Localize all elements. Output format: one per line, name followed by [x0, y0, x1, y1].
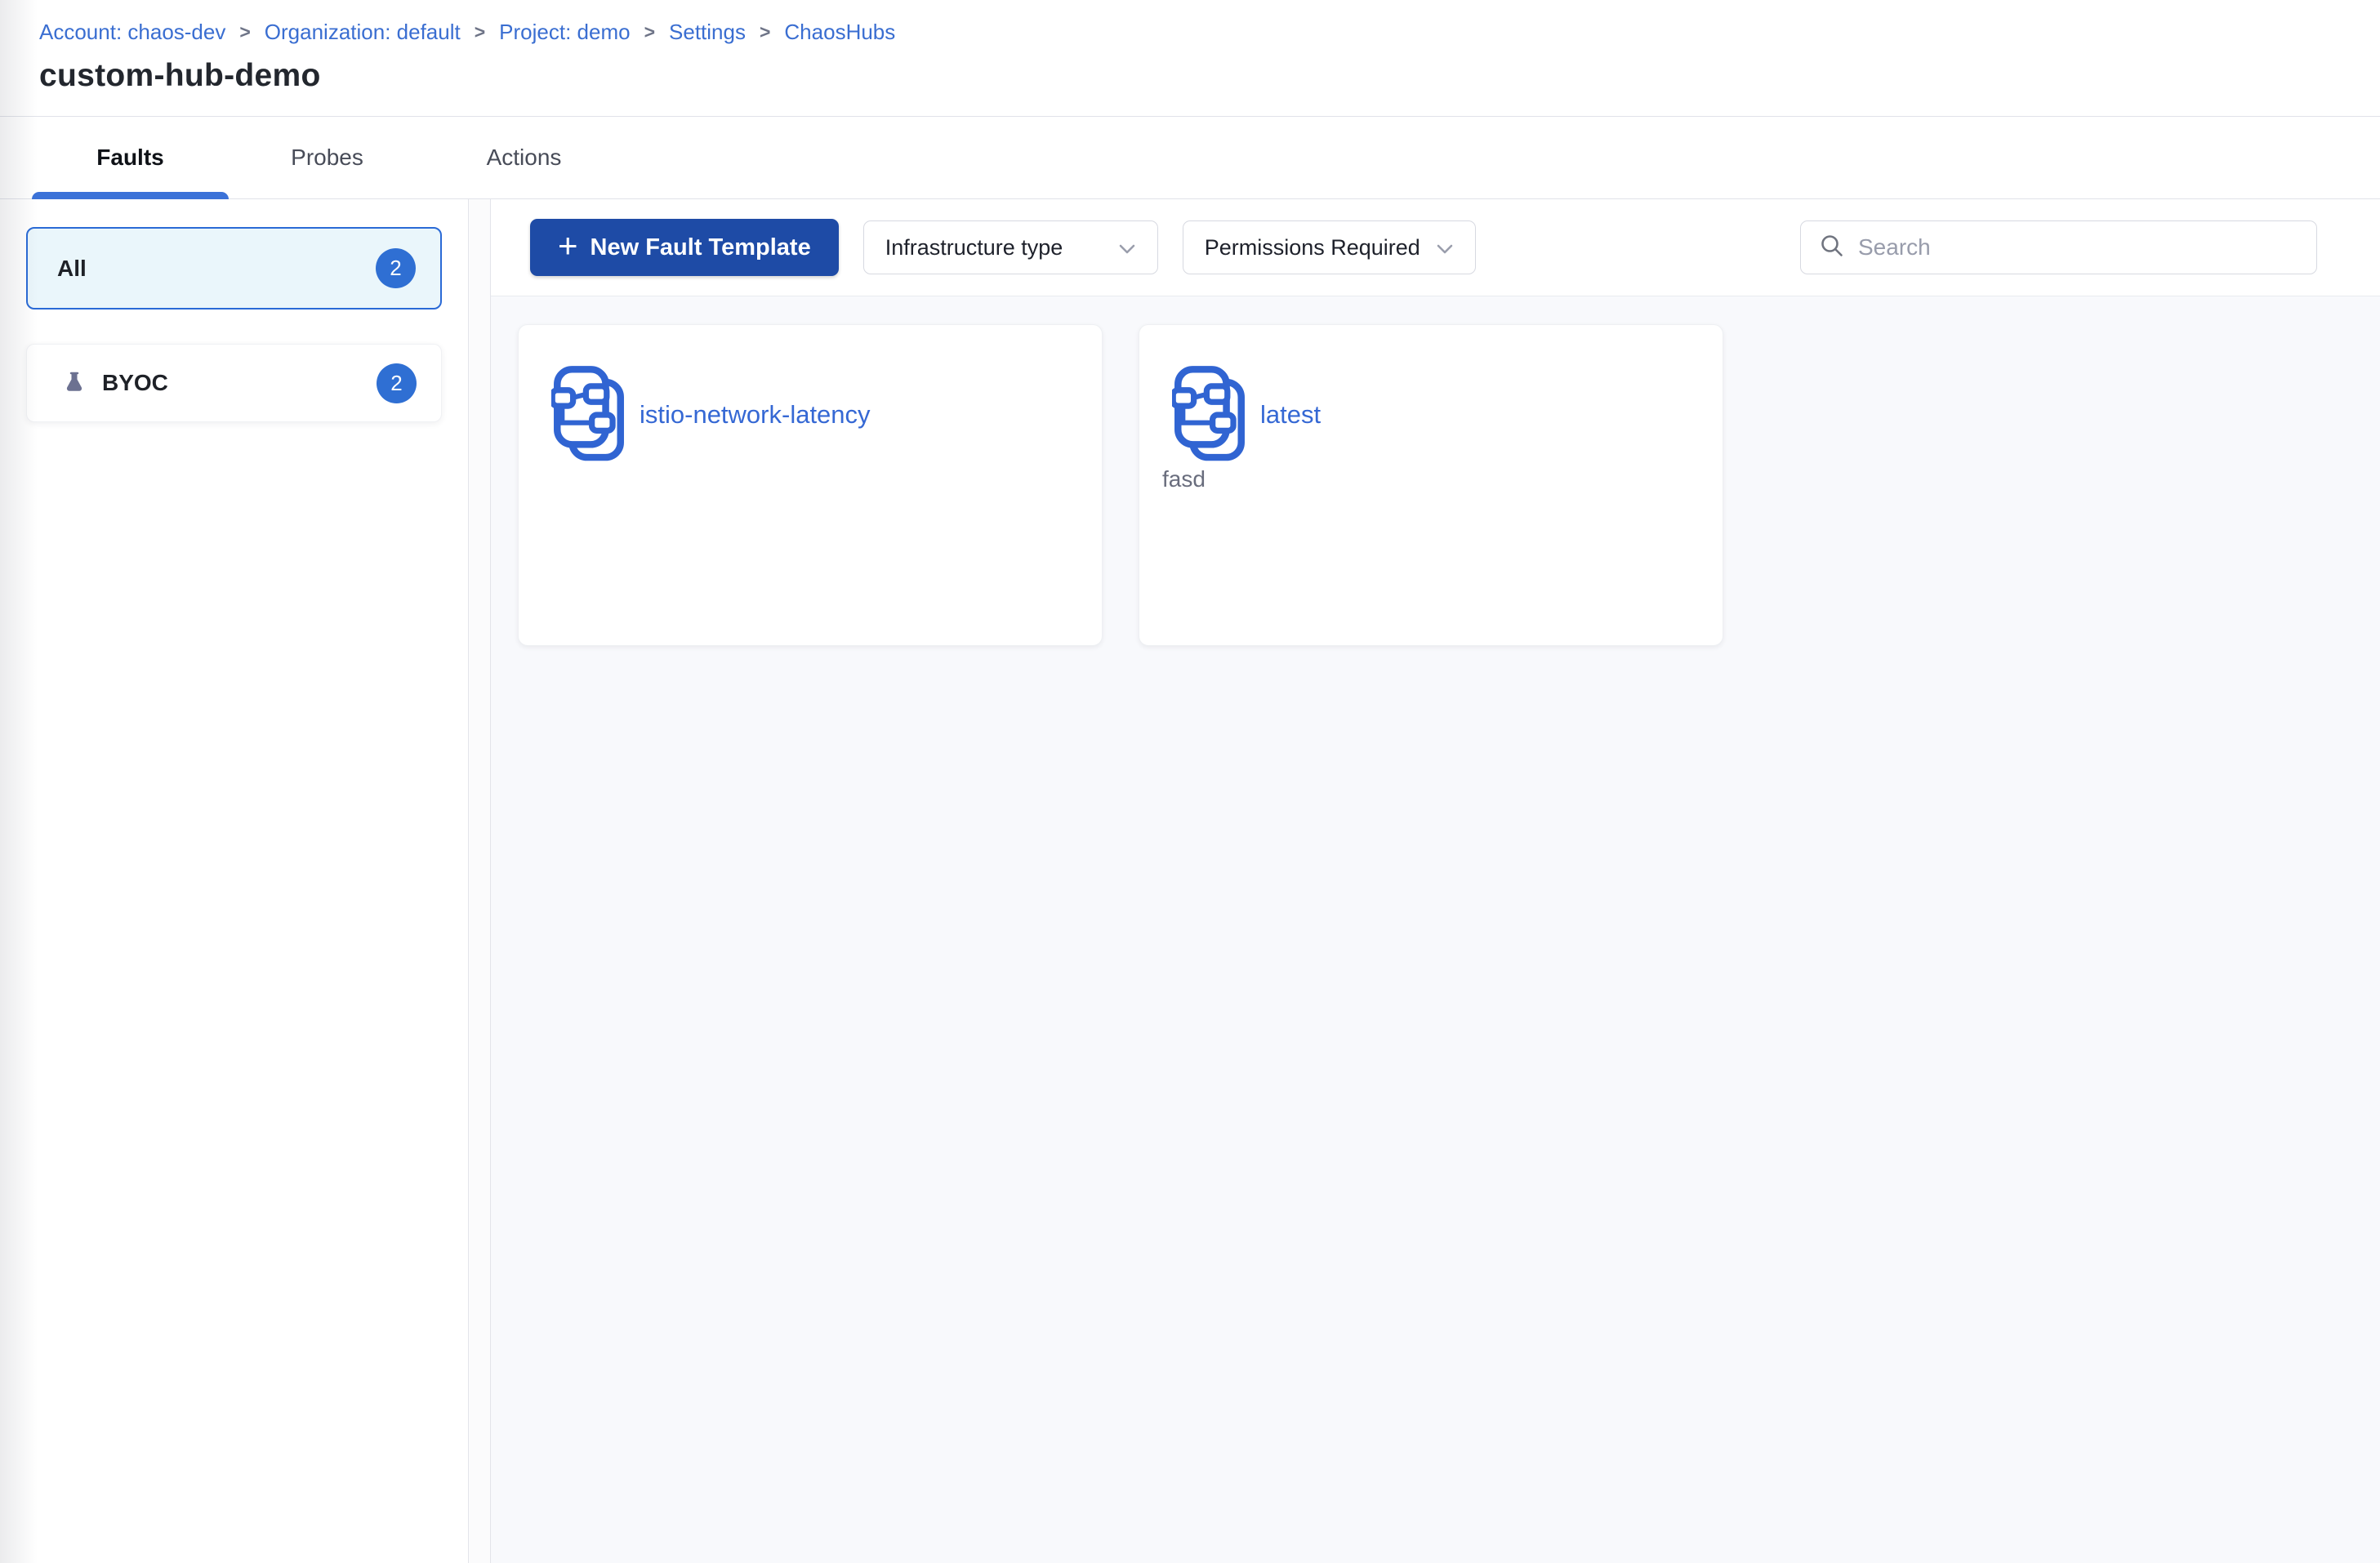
- new-fault-template-button[interactable]: + New Fault Template: [530, 219, 839, 276]
- tab-actions[interactable]: Actions: [426, 117, 622, 198]
- flask-icon: [63, 370, 86, 396]
- sidebar-item-label: All: [57, 255, 87, 281]
- tab-faults[interactable]: Faults: [32, 117, 229, 199]
- fault-template-card-istio-network-latency[interactable]: istio-network-latency: [518, 324, 1103, 646]
- search-box[interactable]: [1800, 220, 2317, 274]
- permissions-required-dropdown[interactable]: Permissions Required: [1182, 220, 1476, 274]
- search-icon: [1819, 233, 1845, 263]
- fault-template-title[interactable]: latest: [1260, 400, 1321, 430]
- sidebar-item-byoc[interactable]: BYOC 2: [26, 344, 442, 422]
- faults-toolbar: + New Fault Template Infrastructure type…: [491, 199, 2380, 296]
- fault-template-card-latest[interactable]: latest fasd: [1139, 324, 1723, 646]
- new-fault-template-label: New Fault Template: [590, 234, 811, 260]
- fault-template-icon: [1172, 366, 1245, 461]
- chevron-down-icon: [1436, 235, 1454, 260]
- fault-template-grid: istio-network-latency latest fasd: [491, 296, 2380, 1563]
- fault-template-description: [542, 466, 1072, 491]
- dropdown-label: Infrastructure type: [885, 234, 1063, 260]
- breadcrumb: Account: chaos-dev > Organization: defau…: [39, 20, 2380, 45]
- chevron-right-icon: >: [474, 21, 486, 42]
- breadcrumb-settings[interactable]: Settings: [669, 20, 746, 45]
- page-header: Account: chaos-dev > Organization: defau…: [0, 0, 2380, 117]
- tab-bar: Faults Probes Actions: [0, 117, 2380, 199]
- tab-probes[interactable]: Probes: [229, 117, 426, 198]
- breadcrumb-chaoshubs[interactable]: ChaosHubs: [784, 20, 895, 45]
- fault-category-sidebar: All 2 BYOC 2: [0, 199, 468, 1563]
- faults-panel: + New Fault Template Infrastructure type…: [491, 199, 2380, 1563]
- breadcrumb-organization[interactable]: Organization: default: [265, 20, 461, 45]
- content-area: All 2 BYOC 2 + New Fault Template Infras…: [0, 199, 2380, 1563]
- chevron-right-icon: >: [644, 21, 656, 42]
- chevron-down-icon: [1118, 235, 1136, 260]
- search-input[interactable]: [1858, 234, 2298, 260]
- sidebar-item-all[interactable]: All 2: [26, 227, 442, 309]
- page-title: custom-hub-demo: [39, 58, 321, 93]
- card-header: istio-network-latency: [551, 365, 1072, 465]
- dropdown-label: Permissions Required: [1204, 234, 1420, 260]
- chevron-right-icon: >: [759, 21, 771, 42]
- breadcrumb-project[interactable]: Project: demo: [499, 20, 630, 45]
- fault-template-title[interactable]: istio-network-latency: [640, 400, 871, 430]
- fault-template-icon: [551, 366, 624, 461]
- sidebar-divider: [468, 199, 491, 1563]
- fault-template-description: fasd: [1162, 466, 1206, 492]
- count-badge: 2: [377, 363, 417, 403]
- card-header: latest: [1172, 365, 1693, 465]
- sidebar-item-label: BYOC: [102, 370, 168, 395]
- chevron-right-icon: >: [239, 21, 251, 42]
- breadcrumb-account[interactable]: Account: chaos-dev: [39, 20, 225, 45]
- count-badge: 2: [376, 248, 416, 288]
- infrastructure-type-dropdown[interactable]: Infrastructure type: [862, 220, 1158, 274]
